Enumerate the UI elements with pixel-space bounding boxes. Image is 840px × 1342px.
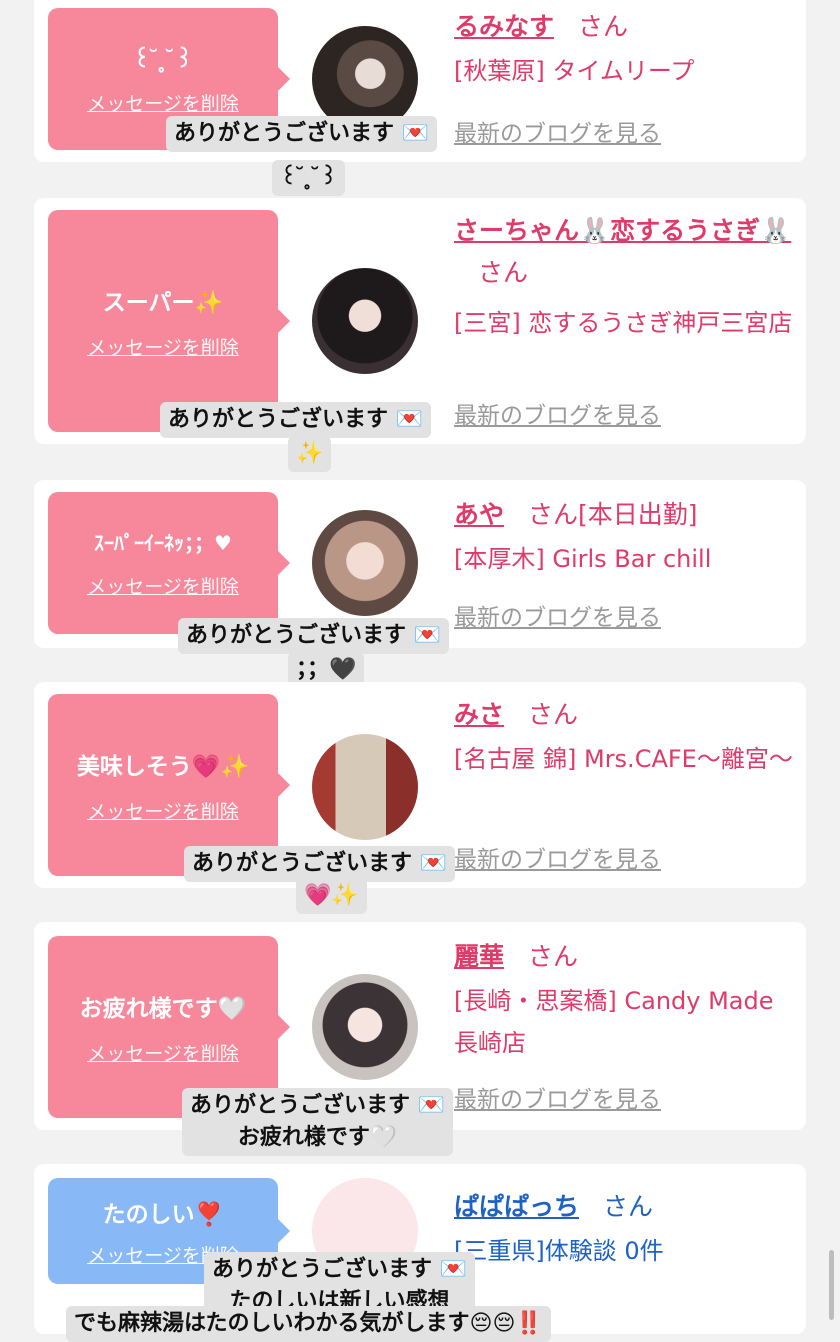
delete-message-link[interactable]: メッセージを削除 xyxy=(87,1039,239,1066)
delete-message-link[interactable]: メッセージを削除 xyxy=(87,333,239,360)
caption-overlay: ✨ xyxy=(288,436,332,472)
avatar[interactable] xyxy=(312,268,418,374)
delete-message-link[interactable]: メッセージを削除 xyxy=(87,572,239,599)
cast-name-link[interactable]: みさ xyxy=(454,700,504,729)
honorific: さん xyxy=(603,1192,654,1221)
caption-line: 💗✨ xyxy=(304,883,359,908)
message-text: スーパー✨ xyxy=(102,289,224,316)
scrollbar[interactable] xyxy=(829,1250,834,1320)
latest-blog-link[interactable]: 最新のブログを見る xyxy=(454,598,661,632)
message-bubble: ｽｰﾊﾟｰｲｰﾈｯ；；♥ メッセージを削除 xyxy=(48,492,290,634)
shop-link[interactable]: [三重県]体験談 0件 xyxy=(454,1230,794,1272)
avatar[interactable] xyxy=(312,974,418,1080)
caption-overlay: ありがとうございます 💌 xyxy=(166,116,438,152)
message-text: ꒰ ̆ ̥̥ ̆꒱ xyxy=(133,47,193,73)
caption-line: ありがとうございます 💌 xyxy=(174,121,430,146)
latest-blog-link[interactable]: 最新のブログを見る xyxy=(454,114,661,148)
cast-name-link[interactable]: るみなす xyxy=(454,12,554,41)
message-text: お疲れ様です🤍 xyxy=(79,995,247,1022)
caption-overlay: ありがとうございます 💌 xyxy=(178,618,450,654)
latest-blog-link[interactable]: 最新のブログを見る xyxy=(454,396,661,430)
delete-message-link[interactable]: メッセージを削除 xyxy=(87,797,239,824)
latest-blog-link[interactable]: 最新のブログを見る xyxy=(454,1080,661,1114)
caption-line: ありがとうございます 💌 xyxy=(192,851,448,876)
message-bubble: スーパー✨ メッセージを削除 xyxy=(48,210,290,432)
shop-link[interactable]: [本厚木] Girls Bar chill xyxy=(454,538,794,580)
caption-line: ꒰ ̆ ̥̥ ̆꒱ xyxy=(280,165,338,190)
message-text: ｽｰﾊﾟｰｲｰﾈｯ；；♥ xyxy=(94,531,232,555)
cast-name-link[interactable]: あや xyxy=(454,500,504,529)
cast-name-link[interactable]: 麗華 xyxy=(454,942,504,971)
delete-message-link[interactable]: メッセージを削除 xyxy=(87,89,239,116)
caption-line: ありがとうございます 💌 xyxy=(186,623,442,648)
caption-line: でも麻辣湯はたのしいわかる気がします😔😔‼️ xyxy=(74,1311,543,1336)
caption-overlay: 💗✨ xyxy=(296,878,367,914)
avatar[interactable] xyxy=(312,510,418,616)
attendance-badge: [本日出勤] xyxy=(578,500,698,529)
caption-overlay: でも麻辣湯はたのしいわかる気がします😔😔‼️ xyxy=(66,1306,551,1342)
message-text: たのしい❣️ xyxy=(102,1201,224,1228)
caption-overlay: ありがとうございます 💌 お疲れ様です🤍 xyxy=(182,1088,454,1156)
caption-overlay: ありがとうございます 💌 xyxy=(160,402,432,438)
honorific: さん xyxy=(478,258,529,287)
cast-name-link[interactable]: さーちゃん🐰恋するうさぎ🐰 xyxy=(454,216,791,245)
caption-line: お疲れ様です🤍 xyxy=(237,1125,398,1150)
honorific: さん xyxy=(528,942,579,971)
shop-link[interactable]: [長崎・思案橋] Candy Made 長崎店 xyxy=(454,980,794,1064)
shop-link[interactable]: [三宮] 恋するうさぎ神戸三宮店 xyxy=(454,302,794,344)
honorific: さん xyxy=(528,700,579,729)
honorific: さん xyxy=(578,12,629,41)
honorific: さん xyxy=(528,500,579,529)
message-text: 美味しそう💗✨ xyxy=(76,753,250,780)
shop-link[interactable]: [名古屋 錦] Mrs.CAFE〜離宮〜 xyxy=(454,738,794,780)
caption-line: ありがとうございます 💌 xyxy=(190,1093,446,1118)
shop-link[interactable]: [秋葉原] タイムリープ xyxy=(454,50,794,92)
latest-blog-link[interactable]: 最新のブログを見る xyxy=(454,840,661,874)
caption-overlay: ありがとうございます 💌 xyxy=(184,846,456,882)
caption-line: ✨ xyxy=(296,441,324,466)
caption-line: ありがとうございます 💌 xyxy=(212,1257,468,1282)
avatar[interactable] xyxy=(312,734,418,840)
cast-name-link[interactable]: ぱぱぱっち xyxy=(454,1192,579,1221)
caption-line: ありがとうございます 💌 xyxy=(168,407,424,432)
caption-overlay: ꒰ ̆ ̥̥ ̆꒱ xyxy=(272,160,346,196)
